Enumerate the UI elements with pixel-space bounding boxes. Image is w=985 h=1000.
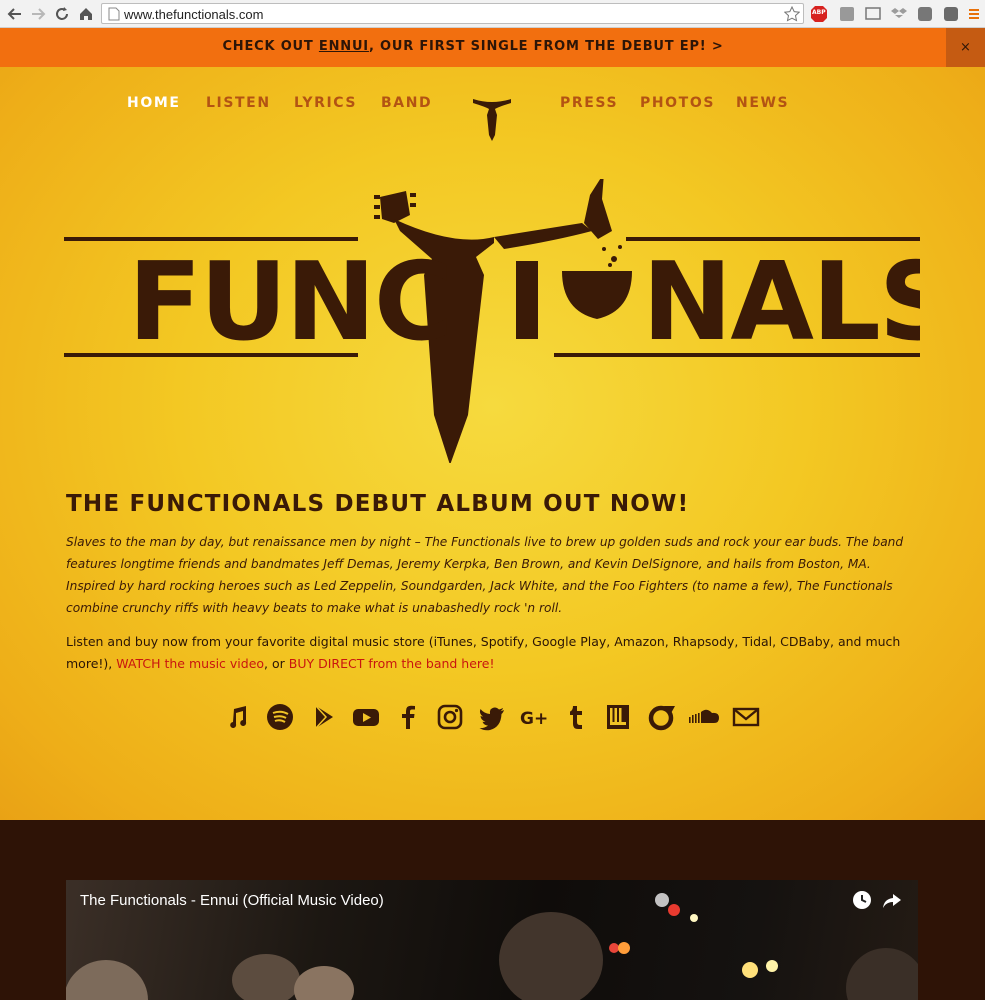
announcement-prefix: CHECK OUT	[222, 39, 319, 54]
evernote-icon[interactable]	[942, 5, 960, 23]
tie-logo-icon[interactable]	[470, 89, 514, 145]
spotify-icon[interactable]	[266, 703, 294, 731]
address-bar[interactable]: www.thefunctionals.com	[101, 3, 804, 24]
cast-icon[interactable]	[864, 5, 882, 23]
band-intro-text: Slaves to the man by day, but renaissanc…	[66, 535, 904, 615]
watch-later-icon[interactable]	[852, 890, 872, 910]
extension-icon[interactable]	[838, 5, 856, 23]
listen-text: Listen and buy now from your favorite di…	[66, 631, 926, 675]
announcement-link[interactable]: ENNUI	[319, 39, 369, 54]
announcement-suffix: , OUR FIRST SINGLE FROM THE DEBUT EP! >	[368, 39, 724, 54]
twitter-icon[interactable]	[478, 703, 506, 731]
buy-direct-link[interactable]: BUY DIRECT from the band here!	[289, 656, 495, 671]
adblock-icon[interactable]: ABP	[810, 5, 828, 23]
video-section: The Functionals - Ennui (Official Music …	[0, 820, 985, 1000]
instagram-icon[interactable]	[436, 703, 464, 731]
music-video-player[interactable]: The Functionals - Ennui (Official Music …	[66, 880, 918, 1000]
main-nav: HOME LISTEN LYRICS BAND PRESS PHOTOS NEW…	[0, 95, 985, 141]
nav-photos[interactable]: PHOTOS	[640, 95, 715, 111]
back-icon[interactable]	[6, 5, 24, 23]
announcement-text[interactable]: CHECK OUT ENNUI, OUR FIRST SINGLE FROM T…	[0, 39, 946, 54]
nav-band[interactable]: BAND	[381, 95, 432, 111]
google-play-icon[interactable]	[310, 703, 338, 731]
email-icon[interactable]	[732, 703, 760, 731]
browser-toolbar: www.thefunctionals.com ABP	[0, 0, 985, 28]
facebook-icon[interactable]	[394, 703, 422, 731]
bandcamp-icon[interactable]	[604, 703, 632, 731]
band-logo: THE FUNC NALS	[64, 179, 920, 463]
soundcloud-icon[interactable]	[688, 703, 720, 731]
announcement-bar: CHECK OUT ENNUI, OUR FIRST SINGLE FROM T…	[0, 28, 985, 67]
svg-text:NALS: NALS	[642, 240, 920, 365]
hero-section: HOME LISTEN LYRICS BAND PRESS PHOTOS NEW…	[0, 67, 985, 820]
nav-press[interactable]: PRESS	[560, 95, 618, 111]
google-plus-icon[interactable]: G+	[520, 703, 548, 731]
nav-lyrics[interactable]: LYRICS	[294, 95, 357, 111]
nav-news[interactable]: NEWS	[736, 95, 789, 111]
reverbnation-icon[interactable]	[648, 703, 676, 731]
itunes-icon[interactable]	[224, 703, 252, 731]
bookmark-star-icon[interactable]	[784, 6, 800, 22]
nav-listen[interactable]: LISTEN	[206, 95, 271, 111]
or-text: , or	[264, 656, 289, 671]
watch-video-link[interactable]: WATCH the music video	[116, 656, 264, 671]
menu-icon[interactable]	[968, 5, 980, 23]
video-title[interactable]: The Functionals - Ennui (Official Music …	[80, 892, 384, 909]
svg-text:FUNC: FUNC	[128, 240, 451, 365]
adblock-label: ABP	[812, 9, 826, 16]
pocket-icon[interactable]	[916, 5, 934, 23]
forward-icon[interactable]	[29, 5, 47, 23]
nav-home[interactable]: HOME	[127, 95, 181, 111]
svg-text:G+: G+	[520, 709, 548, 729]
dropbox-icon[interactable]	[890, 5, 908, 23]
share-icon[interactable]	[882, 890, 902, 910]
reload-icon[interactable]	[53, 5, 71, 23]
url-text: www.thefunctionals.com	[124, 7, 264, 22]
youtube-icon[interactable]	[352, 703, 380, 731]
page-title: THE FUNCTIONALS DEBUT ALBUM OUT NOW!	[66, 491, 690, 517]
tumblr-icon[interactable]	[562, 703, 590, 731]
page-icon	[108, 7, 120, 21]
home-icon[interactable]	[77, 5, 95, 23]
close-icon[interactable]: ×	[946, 28, 985, 67]
